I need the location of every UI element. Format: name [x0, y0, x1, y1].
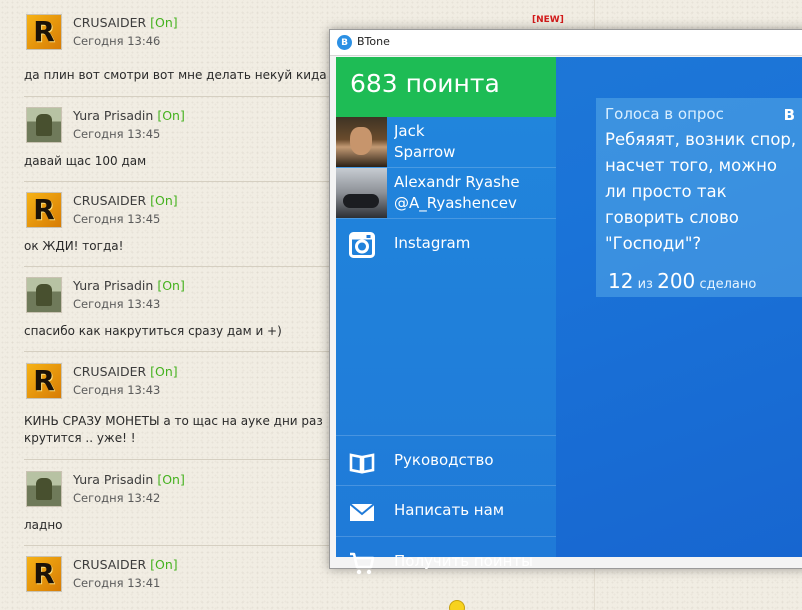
window-titlebar[interactable]: B BTone: [330, 30, 802, 56]
points-balance[interactable]: 683 поинта: [336, 57, 556, 117]
poll-question: Ребяяят, возник спор, насчет того, можно…: [605, 130, 797, 253]
account-item-jack[interactable]: Jack Sparrow: [336, 117, 556, 168]
chat-username[interactable]: CRUSAIDER [On]: [73, 557, 178, 572]
poll-header: Голоса в опрос: [605, 105, 724, 123]
sidebar-item-label: Написать нам: [394, 501, 505, 519]
account-name: Jack Sparrow: [394, 122, 456, 161]
app-logo-icon: B: [337, 35, 352, 50]
book-icon: [349, 453, 375, 474]
sidebar-item-contact[interactable]: Написать нам: [336, 486, 556, 537]
online-status: [On]: [157, 108, 185, 123]
sidebar-item-label: Руководство: [394, 451, 494, 469]
window-title: BTone: [357, 35, 390, 48]
poll-done-label: сделано: [699, 277, 757, 292]
poll-total-count: 200: [657, 269, 696, 293]
account-avatar: [336, 117, 387, 167]
chat-time: Сегодня 13:45: [73, 127, 161, 141]
online-status: [On]: [150, 364, 178, 379]
account-item-alexandr[interactable]: Alexandr Ryashe @A_Ryashencev: [336, 168, 556, 219]
chat-username[interactable]: CRUSAIDER [On]: [73, 193, 178, 208]
chat-time: Сегодня 13:46: [73, 34, 161, 48]
sidebar-item-instagram[interactable]: Instagram: [336, 219, 556, 270]
chat-username[interactable]: Yura Prisadin [On]: [73, 278, 185, 293]
chat-time: Сегодня 13:43: [73, 297, 161, 311]
instagram-icon: [349, 232, 375, 258]
sidebar-item-guide[interactable]: Руководство: [336, 435, 556, 486]
account-name: Alexandr Ryashe @A_Ryashencev: [394, 173, 520, 212]
soldier-avatar[interactable]: [26, 277, 62, 313]
poll-of: из: [637, 277, 653, 292]
online-status: [On]: [150, 193, 178, 208]
chat-username[interactable]: Yura Prisadin [On]: [73, 108, 185, 123]
chat-time: Сегодня 13:45: [73, 212, 161, 226]
vk-icon: B: [783, 106, 795, 124]
sidebar: Jack Sparrow Alexandr Ryashe @A_Ryashenc…: [336, 117, 556, 575]
poll-card[interactable]: Голоса в опрос B Ребяяят, возник спор, н…: [596, 98, 802, 297]
soldier-avatar[interactable]: [26, 471, 62, 507]
chat-time: Сегодня 13:42: [73, 491, 161, 505]
mail-icon: [349, 503, 375, 521]
app-client-area: 683 поинта Jack Sparrow Alexandr Ryashe …: [336, 57, 802, 575]
account-avatar: [336, 168, 387, 218]
cart-icon: [350, 552, 375, 575]
poll-done-count: 12: [608, 269, 634, 293]
soldier-avatar[interactable]: [26, 107, 62, 143]
online-status: [On]: [157, 278, 185, 293]
sidebar-item-label: Получить поинты: [394, 552, 533, 570]
chat-username[interactable]: Yura Prisadin [On]: [73, 472, 185, 487]
app-window[interactable]: B BTone 683 поинта Jack Sparrow Alexandr…: [329, 29, 802, 575]
chat-time: Сегодня 13:43: [73, 383, 161, 397]
r-logo-icon[interactable]: R: [26, 556, 62, 592]
r-logo-icon[interactable]: R: [26, 363, 62, 399]
chat-username[interactable]: CRUSAIDER [On]: [73, 15, 178, 30]
poll-progress: 12 из 200 сделано: [608, 269, 756, 293]
online-status: [On]: [157, 472, 185, 487]
chat-username[interactable]: CRUSAIDER [On]: [73, 364, 178, 379]
chat-time: Сегодня 13:41: [73, 576, 161, 590]
r-logo-icon[interactable]: R: [26, 192, 62, 228]
r-logo-icon[interactable]: R: [26, 14, 62, 50]
smiley-icon[interactable]: [449, 600, 465, 610]
online-status: [On]: [150, 15, 178, 30]
sidebar-item-get-points[interactable]: Получить поинты: [336, 537, 556, 588]
online-status: [On]: [150, 557, 178, 572]
sidebar-item-label: Instagram: [394, 234, 471, 252]
